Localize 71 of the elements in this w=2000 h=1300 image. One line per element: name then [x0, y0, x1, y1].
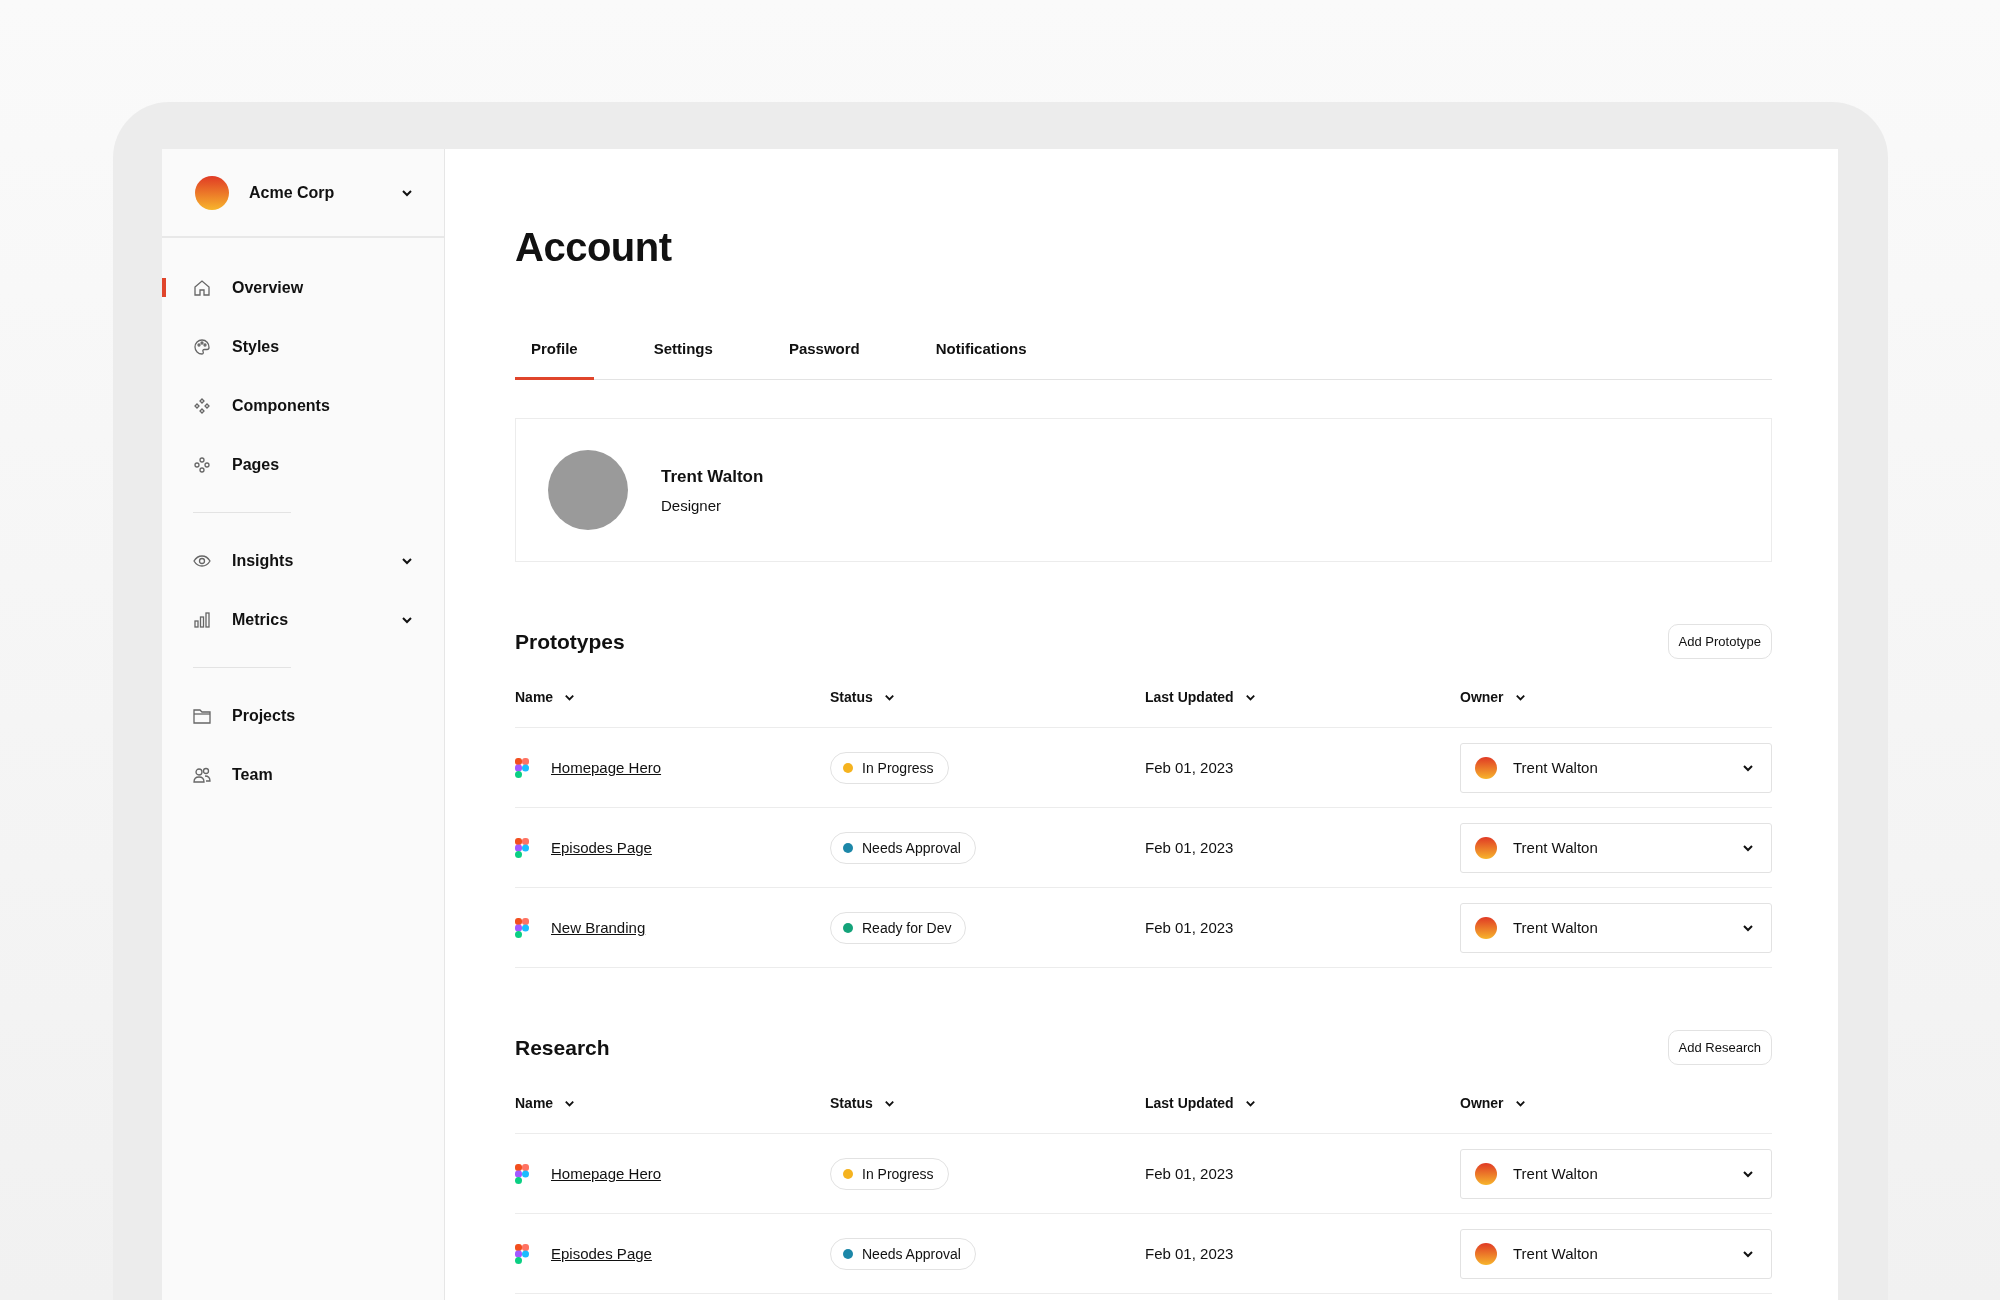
status-label: Needs Approval	[862, 1245, 961, 1262]
column-header[interactable]: Status	[830, 1095, 1145, 1111]
profile-name: Trent Walton	[661, 466, 764, 487]
item-link[interactable]: Homepage Hero	[551, 759, 662, 776]
date-cell-text: Feb 01, 2023	[1145, 759, 1235, 776]
column-header[interactable]: Last Updated	[1145, 689, 1460, 705]
item-link[interactable]: Episodes Page	[551, 1245, 652, 1262]
owner-avatar-icon	[1475, 916, 1497, 939]
column-label: Status	[830, 689, 873, 705]
sidebar-item[interactable]: Metrics	[162, 590, 444, 649]
page-title: Account	[515, 225, 673, 270]
owner-avatar-icon	[1475, 1242, 1497, 1265]
owner-select[interactable]: Trent Walton	[1460, 1148, 1772, 1199]
column-header[interactable]: Owner	[1460, 1095, 1772, 1111]
section-title: Research	[515, 1035, 610, 1060]
file-logo-icon	[515, 917, 529, 938]
add-button[interactable]: Add Prototype	[1667, 624, 1772, 659]
tab[interactable]: Settings	[637, 340, 729, 380]
owner-select[interactable]: Trent Walton	[1460, 742, 1772, 793]
tab[interactable]: Notifications	[919, 340, 1043, 380]
column-label: Status	[830, 1095, 873, 1111]
column-header[interactable]: Name	[515, 1095, 830, 1111]
column-label: Last Updated	[1145, 689, 1234, 705]
file-logo-icon	[515, 837, 529, 858]
column-label: Name	[515, 1095, 554, 1111]
sidebar-item[interactable]: Team	[162, 745, 444, 804]
owner-avatar-icon	[1475, 756, 1497, 779]
status-label: Needs Approval	[862, 839, 961, 856]
column-header[interactable]: Name	[515, 689, 830, 705]
org-name: Acme Corp	[249, 183, 336, 202]
column-label: Last Updated	[1145, 1095, 1234, 1111]
date-cell-text: Feb 01, 2023	[1145, 1165, 1235, 1182]
column-label: Owner	[1460, 689, 1504, 705]
date-cell-text: Feb 01, 2023	[1145, 919, 1235, 936]
tab[interactable]: Password	[772, 340, 876, 380]
sidebar-item[interactable]: Overview	[162, 258, 444, 317]
column-header[interactable]: Status	[830, 689, 1145, 705]
circles-icon	[192, 454, 212, 475]
date-cell-text: Feb 01, 2023	[1145, 839, 1235, 856]
column-header[interactable]: Last Updated	[1145, 1095, 1460, 1111]
owner-avatar-icon	[1475, 836, 1497, 859]
sidebar-item[interactable]: Insights	[162, 531, 444, 590]
owner-select[interactable]: Trent Walton	[1460, 822, 1772, 873]
item-link[interactable]: Homepage Hero	[551, 1165, 662, 1182]
sidebar-item[interactable]: Pages	[162, 435, 444, 494]
palette-icon	[192, 336, 212, 357]
item-link[interactable]: Episodes Page	[551, 839, 652, 856]
status-label: In Progress	[862, 1165, 934, 1182]
status-label: In Progress	[862, 759, 934, 776]
file-logo-icon	[515, 1163, 529, 1184]
file-logo-icon	[515, 1243, 529, 1264]
owner-select[interactable]: Trent Walton	[1460, 902, 1772, 953]
owner-avatar-icon	[1475, 1162, 1497, 1185]
org-logo-icon	[195, 175, 229, 210]
file-logo-icon	[515, 757, 529, 778]
item-link[interactable]: New Branding	[551, 919, 646, 936]
bar-chart-icon	[192, 609, 212, 630]
tab[interactable]: Profile	[515, 340, 594, 380]
section-title: Prototypes	[515, 629, 625, 654]
org-switcher[interactable]: Acme Corp	[162, 149, 444, 238]
sidebar-item[interactable]: Styles	[162, 317, 444, 376]
column-label: Name	[515, 689, 554, 705]
sidebar-item[interactable]: Components	[162, 376, 444, 435]
status-label: Ready for Dev	[862, 919, 952, 936]
column-label: Owner	[1460, 1095, 1504, 1111]
column-header[interactable]: Owner	[1460, 689, 1772, 705]
add-button[interactable]: Add Research	[1667, 1030, 1772, 1065]
date-cell-text: Feb 01, 2023	[1145, 1245, 1235, 1262]
sidebar-item[interactable]: Projects	[162, 686, 444, 745]
profile-role: Designer	[661, 496, 723, 514]
owner-select[interactable]: Trent Walton	[1460, 1228, 1772, 1279]
